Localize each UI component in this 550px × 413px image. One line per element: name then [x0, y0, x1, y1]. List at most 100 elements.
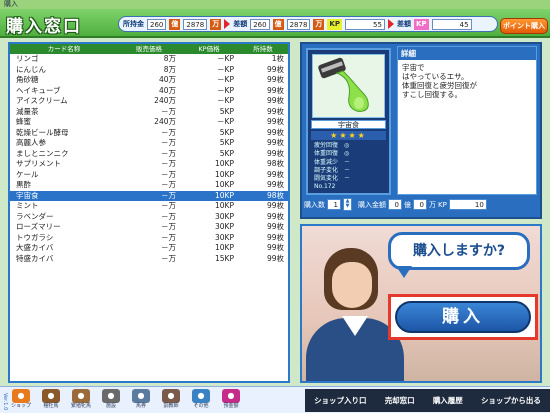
- cell-price: －万: [161, 243, 176, 252]
- stat-value: －: [344, 175, 351, 183]
- footer-icon-label: その他: [193, 403, 209, 409]
- buy-button-highlight: 購入: [388, 294, 538, 340]
- cell-name: ケール: [16, 169, 39, 179]
- assistant-scene: 購入しますか? 購入: [300, 224, 542, 383]
- footer-mare-button[interactable]: ● 繁殖牝馬: [70, 389, 92, 411]
- table-row[interactable]: 高麗人参 －万 5KP 99枚: [10, 138, 288, 149]
- table-row[interactable]: 乾燥ビール酵母 －万 5KP 99枚: [10, 128, 288, 139]
- footer-icon-label: ショップ: [10, 403, 31, 409]
- point-purchase-button[interactable]: ポイント購入: [500, 18, 548, 34]
- cell-name: サプリメント: [16, 159, 61, 168]
- cell-kp: 30KP: [215, 222, 234, 231]
- table-row[interactable]: にんじん 8万 －KP 99枚: [10, 65, 288, 76]
- nav-exit-shop[interactable]: ショップから出る: [479, 395, 543, 406]
- cell-name: 蜂蜜: [16, 117, 31, 126]
- nav-shop-entrance[interactable]: ショップ入り口: [312, 395, 369, 406]
- footer-icon-label: 預金額: [223, 403, 239, 409]
- table-row[interactable]: アイスクリーム 240万 －KP 99枚: [10, 96, 288, 107]
- arrow-right-icon: [224, 19, 231, 29]
- table-row[interactable]: ヘイキューブ 40万 －KP 99枚: [10, 86, 288, 97]
- cell-name: 乾燥ビール酵母: [16, 127, 69, 137]
- cell-owned: 98枚: [266, 159, 284, 168]
- cell-name: 特盛カイバ: [16, 253, 54, 263]
- cell-kp: －KP: [217, 75, 234, 84]
- nav-purchase-history[interactable]: 購入履歴: [431, 395, 465, 406]
- buy-button[interactable]: 購入: [395, 301, 531, 333]
- cell-owned: 99枚: [266, 148, 284, 158]
- footer-trainer-button[interactable]: ● 調教師: [160, 389, 182, 411]
- arrow-right-icon: [387, 19, 394, 29]
- cell-kp: 5KP: [219, 106, 234, 116]
- window-title: 購入: [0, 0, 550, 9]
- table-row-selected[interactable]: 宇宙食 －万 10KP 98枚: [10, 190, 288, 201]
- table-row[interactable]: 減量茶 －万 5KP 99枚: [10, 107, 288, 118]
- table-row[interactable]: トウガラシ －万 30KP 99枚: [10, 233, 288, 244]
- cell-owned: 99枚: [266, 222, 284, 231]
- stat-row: 闘気変化 －: [314, 175, 384, 183]
- stat-label: 闘気変化: [314, 175, 339, 183]
- cell-owned: 98枚: [266, 190, 284, 200]
- mare-icon: ●: [72, 389, 90, 403]
- cell-price: －万: [161, 180, 176, 189]
- quantity-stepper[interactable]: ▲ ▼: [343, 198, 352, 211]
- table-row[interactable]: 大盛カイバ －万 10KP 99枚: [10, 243, 288, 254]
- cell-price: －万: [161, 127, 176, 137]
- cell-owned: 99枚: [266, 243, 284, 252]
- trainer-icon: ●: [162, 389, 180, 403]
- table-row[interactable]: ラベンダー －万 30KP 99枚: [10, 212, 288, 223]
- nav-sell-counter[interactable]: 売却窓口: [383, 395, 417, 406]
- cell-price: －万: [161, 211, 176, 221]
- kp-diff-label: 差額: [396, 20, 411, 28]
- footer-shop-button[interactable]: ● ショップ: [10, 389, 32, 411]
- table-row[interactable]: 特盛カイバ －万 15KP 99枚: [10, 254, 288, 265]
- cell-price: －万: [161, 138, 176, 147]
- header-kp: KP価格: [198, 45, 220, 53]
- cell-kp: 10KP: [215, 201, 234, 210]
- cell-owned: 99枚: [266, 201, 284, 210]
- table-row[interactable]: 蜂蜜 240万 －KP 99枚: [10, 117, 288, 128]
- cell-owned: 99枚: [266, 211, 284, 221]
- table-row[interactable]: リンゴ 8万 －KP 1枚: [10, 54, 288, 65]
- speech-bubble: 購入しますか?: [388, 232, 530, 270]
- table-row[interactable]: ミント －万 10KP 99枚: [10, 201, 288, 212]
- list-header: カード名称 販売価格 KP価格 所持数: [10, 44, 288, 54]
- footer-facility-button[interactable]: ● 施設: [100, 389, 122, 411]
- cell-owned: 99枚: [266, 106, 284, 116]
- footer-deposit-button[interactable]: ● 預金額: [220, 389, 242, 411]
- cell-kp: 10KP: [215, 180, 234, 189]
- quantity-label: 購入数: [304, 200, 325, 209]
- table-row[interactable]: ケール －万 10KP 99枚: [10, 170, 288, 181]
- stat-label: 体重回復: [314, 150, 339, 158]
- table-row[interactable]: サプリメント －万 10KP 98枚: [10, 159, 288, 170]
- table-row[interactable]: ましとニンニク －万 5KP 99枚: [10, 149, 288, 160]
- kp-cost-value: 10: [448, 199, 487, 210]
- table-row[interactable]: 黒酢 －万 10KP 99枚: [10, 180, 288, 191]
- funds-oku: 260: [147, 18, 167, 30]
- table-row[interactable]: ローズマリー －万 30KP 99枚: [10, 222, 288, 233]
- footer-icon-label: 種牡馬: [43, 403, 59, 409]
- stat-list: 疲労回復 ◎ 体重回復 ◎ 体重減少 － 調子変化 － 闘気変化 － No.172: [314, 142, 384, 192]
- footer-stallion-button[interactable]: ● 種牡馬: [40, 389, 62, 411]
- cell-kp: 30KP: [215, 232, 234, 242]
- cell-kp: 10KP: [215, 243, 234, 252]
- footer-icon-label: 施設: [105, 403, 116, 409]
- footer-ticket-button[interactable]: ● 馬券: [130, 389, 152, 411]
- cell-owned: 99枚: [266, 253, 284, 263]
- cell-name: ヘイキューブ: [16, 85, 61, 95]
- footer-other-button[interactable]: ● その他: [190, 389, 212, 411]
- description-title: 詳細: [398, 47, 536, 60]
- cell-price: 240万: [154, 96, 176, 105]
- stat-value: ◎: [344, 142, 350, 149]
- cell-price: －万: [161, 159, 176, 168]
- kp-value: 55: [344, 18, 385, 30]
- cell-price: －万: [161, 190, 176, 200]
- cell-kp: －KP: [217, 54, 234, 63]
- cell-price: 8万: [163, 64, 176, 74]
- table-row[interactable]: 角砂糖 40万 －KP 99枚: [10, 75, 288, 86]
- quantity-value: 1: [327, 199, 341, 210]
- man-unit: 万: [429, 200, 436, 209]
- cell-price: －万: [161, 232, 176, 242]
- cell-name: 大盛カイバ: [16, 243, 54, 252]
- kp-label: KP: [327, 18, 342, 30]
- item-list[interactable]: カード名称 販売価格 KP価格 所持数 リンゴ 8万 －KP 1枚 にんじん 8万 －KP 9…: [8, 42, 290, 383]
